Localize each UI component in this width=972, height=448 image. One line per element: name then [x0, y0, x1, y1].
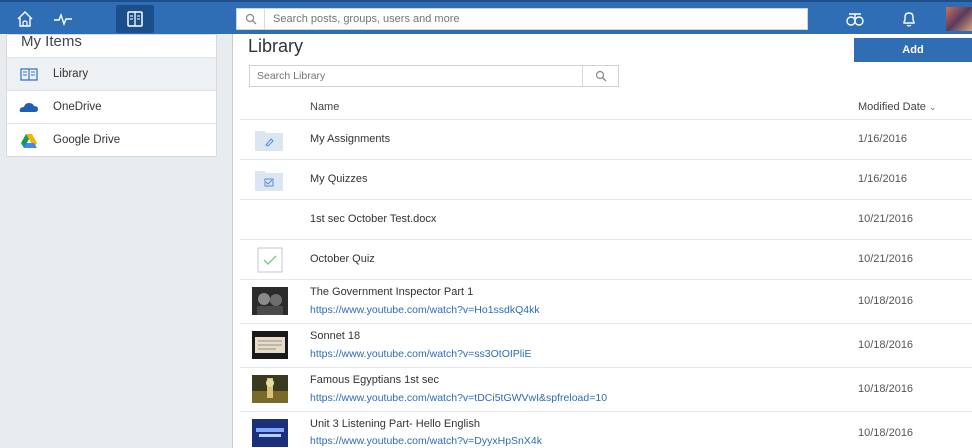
item-name: My Assignments	[310, 133, 391, 145]
item-name: Unit 3 Listening Part- Hello English	[310, 418, 480, 430]
sidebar-title: My Items	[21, 35, 82, 50]
library-search-input[interactable]	[250, 70, 583, 82]
search-icon[interactable]	[582, 66, 618, 86]
item-date: 10/18/2016	[858, 427, 914, 439]
list-item[interactable]: My Quizzes 1/16/2016	[240, 159, 972, 199]
page-title: Library	[248, 36, 304, 56]
list-item[interactable]: 1st sec October Test.docx 10/21/2016	[240, 199, 972, 239]
sidebar-item-onedrive[interactable]: OneDrive	[7, 90, 216, 123]
item-date: 1/16/2016	[858, 133, 907, 145]
item-date: 10/18/2016	[858, 339, 914, 351]
list-item[interactable]: My Assignments 1/16/2016	[240, 119, 972, 159]
video-thumbnail	[252, 331, 288, 359]
item-link[interactable]: https://www.youtube.com/watch?v=tDCi5tGW…	[310, 392, 607, 404]
library-search[interactable]	[249, 65, 619, 87]
list-item[interactable]: Famous Egyptians 1st sec https://www.you…	[240, 367, 972, 411]
item-name: Famous Egyptians 1st sec	[310, 374, 440, 386]
item-date: 10/21/2016	[858, 213, 914, 225]
library-list: My Assignments 1/16/2016 My Quizzes 1/16…	[240, 119, 972, 448]
add-button[interactable]: Add	[854, 38, 972, 62]
sidebar-item-google-drive[interactable]: Google Drive	[7, 123, 216, 156]
item-name: October Quiz	[310, 253, 375, 265]
item-link[interactable]: https://www.youtube.com/watch?v=Ho1ssdkQ…	[310, 304, 540, 316]
item-name: 1st sec October Test.docx	[310, 213, 437, 225]
sidebar-item-label: OneDrive	[53, 101, 102, 113]
column-header-name[interactable]: Name	[310, 101, 339, 113]
item-date: 10/18/2016	[858, 383, 914, 395]
home-icon[interactable]	[6, 5, 44, 33]
item-link[interactable]: https://www.youtube.com/watch?v=ss3OtOIP…	[310, 348, 531, 360]
list-item[interactable]: October Quiz 10/21/2016	[240, 239, 972, 279]
assignment-folder-icon	[252, 127, 286, 153]
item-date: 10/21/2016	[858, 253, 914, 265]
item-link[interactable]: https://www.youtube.com/watch?v=DyyxHpSn…	[310, 435, 542, 447]
avatar[interactable]	[946, 7, 972, 31]
onedrive-icon	[19, 100, 39, 114]
chevron-down-icon: ⌄	[928, 102, 937, 112]
column-header-modified-date[interactable]: Modified Date ⌄	[858, 101, 936, 113]
bell-icon[interactable]	[890, 5, 928, 33]
video-thumbnail	[252, 375, 288, 403]
backpack-icon[interactable]	[116, 5, 154, 33]
list-item[interactable]: Sonnet 18 https://www.youtube.com/watch?…	[240, 323, 972, 367]
search-icon	[237, 9, 265, 29]
item-date: 10/18/2016	[858, 295, 914, 307]
video-thumbnail	[252, 287, 288, 315]
item-name: My Quizzes	[310, 173, 368, 185]
book-icon	[19, 67, 39, 81]
google-drive-icon	[19, 133, 39, 148]
sidebar-item-label: Google Drive	[53, 134, 121, 146]
left-panel-divider	[232, 34, 233, 448]
global-search[interactable]	[236, 8, 808, 30]
list-item[interactable]: The Government Inspector Part 1 https://…	[240, 279, 972, 323]
video-thumbnail	[252, 419, 288, 447]
activity-icon[interactable]	[44, 5, 82, 33]
network-icon[interactable]	[836, 5, 874, 33]
sidebar: My Items Library OneDrive Google Drive	[6, 34, 217, 157]
checkmark-icon	[252, 247, 286, 273]
item-date: 1/16/2016	[858, 173, 907, 185]
quiz-folder-icon	[252, 167, 286, 193]
list-item[interactable]: Unit 3 Listening Part- Hello English htt…	[240, 411, 972, 448]
sidebar-item-library[interactable]: Library	[7, 57, 216, 90]
item-name: Sonnet 18	[310, 330, 361, 342]
item-name: The Government Inspector Part 1	[310, 286, 474, 298]
global-search-input[interactable]	[265, 13, 785, 25]
column-header-label: Modified Date	[858, 101, 926, 113]
top-nav-bar	[0, 0, 972, 34]
sidebar-item-label: Library	[53, 68, 89, 80]
